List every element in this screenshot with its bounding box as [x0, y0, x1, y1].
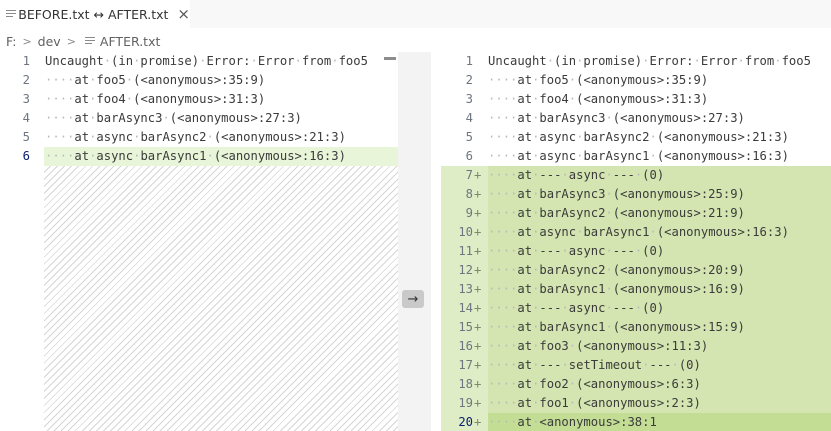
close-icon[interactable]: × [177, 6, 190, 22]
breadcrumb-file[interactable]: AFTER.txt [100, 34, 160, 49]
empty-region-hatch [44, 166, 398, 431]
modified-editor[interactable]: 1 Uncaught·(in·promise)·Error:·Error·from… [441, 52, 831, 431]
code-line[interactable]: Uncaught·(in·promise)·Error:·Error·from·… [45, 52, 368, 71]
code-line[interactable]: ····at·foo5·(<anonymous>:35:9) [45, 71, 265, 90]
code-line[interactable]: ····at·foo4·(<anonymous>:31:3) [488, 90, 708, 109]
original-editor[interactable]: 1 Uncaught·(in·promise)·Error:·Error·from… [0, 52, 398, 431]
line-number: 4 [465, 111, 473, 125]
code-line[interactable]: ····at·<anonymous>:38:1 [488, 413, 657, 431]
line-number: 7 [465, 168, 473, 182]
scrollbar-thumb[interactable] [384, 57, 396, 60]
revert-arrow-button[interactable]: → [402, 290, 424, 308]
code-line[interactable]: ····at·---·async·---·(0) [488, 299, 664, 318]
plus-icon: + [474, 415, 482, 429]
plus-icon: + [474, 263, 482, 277]
line-number: 6 [465, 149, 473, 163]
line-number: 6 [22, 149, 30, 163]
code-line[interactable]: ····at·barAsync3·(<anonymous>:25:9) [488, 185, 745, 204]
line-number: 15 [458, 320, 473, 334]
code-line[interactable]: Uncaught·(in·promise)·Error:·Error·from·… [488, 52, 811, 71]
tab-title: BEFORE.txt ↔ AFTER.txt [18, 6, 169, 22]
line-number: 5 [22, 130, 30, 144]
plus-icon: + [474, 301, 482, 315]
line-number: 20 [458, 415, 473, 429]
code-line[interactable]: ····at·async·barAsync1·(<anonymous>:16:3… [488, 223, 789, 242]
code-line[interactable]: ····at·foo1·(<anonymous>:2:3) [488, 394, 701, 413]
breadcrumb-folder[interactable]: dev [38, 34, 61, 49]
plus-icon: + [474, 168, 482, 182]
line-number: 14 [458, 301, 473, 315]
line-number: 10 [458, 225, 473, 239]
line-number: 5 [465, 130, 473, 144]
breadcrumb-drive[interactable]: F: [6, 34, 16, 49]
text-file-icon [6, 9, 16, 19]
chevron-right-icon: > [66, 34, 76, 48]
plus-icon: + [474, 244, 482, 258]
plus-icon: + [474, 377, 482, 391]
tab-bar: BEFORE.txt ↔ AFTER.txt × [0, 0, 831, 28]
code-line[interactable]: ····at·async·barAsync1·(<anonymous>:16:3… [488, 147, 789, 166]
line-number: 17 [458, 358, 473, 372]
line-number: 16 [458, 339, 473, 353]
text-file-icon [84, 36, 95, 46]
line-number: 9 [465, 206, 473, 220]
line-number: 12 [458, 263, 473, 277]
code-line[interactable]: ····at·async·barAsync1·(<anonymous>:16:3… [45, 147, 346, 166]
line-number: 3 [22, 92, 30, 106]
code-line[interactable]: ····at·async·barAsync2·(<anonymous>:21:3… [45, 128, 346, 147]
code-line[interactable]: ····at·foo2·(<anonymous>:6:3) [488, 375, 701, 394]
line-number: 18 [458, 377, 473, 391]
line-number: 11 [458, 244, 473, 258]
chevron-right-icon: > [22, 34, 32, 48]
breadcrumb: F: > dev > AFTER.txt [0, 30, 831, 52]
code-line[interactable]: ····at·barAsync1·(<anonymous>:15:9) [488, 318, 745, 337]
code-line[interactable]: ····at·---·async·---·(0) [488, 166, 664, 185]
code-line[interactable]: ····at·async·barAsync2·(<anonymous>:21:3… [488, 128, 789, 147]
plus-icon: + [474, 320, 482, 334]
code-line[interactable]: ····at·foo4·(<anonymous>:31:3) [45, 90, 265, 109]
code-line[interactable]: ····at·---·async·---·(0) [488, 242, 664, 261]
code-line[interactable]: ····at·barAsync3·(<anonymous>:27:3) [45, 109, 302, 128]
line-number: 8 [465, 187, 473, 201]
plus-icon: + [474, 206, 482, 220]
line-number: 3 [465, 92, 473, 106]
plus-icon: + [474, 358, 482, 372]
code-line[interactable]: ····at·barAsync1·(<anonymous>:16:9) [488, 280, 745, 299]
code-line[interactable]: ····at·---·setTimeout·---·(0) [488, 356, 701, 375]
line-number: 4 [22, 111, 30, 125]
line-number: 1 [22, 54, 30, 68]
line-number: 19 [458, 396, 473, 410]
code-line[interactable]: ····at·foo3·(<anonymous>:11:3) [488, 337, 708, 356]
code-line[interactable]: ····at·barAsync2·(<anonymous>:21:9) [488, 204, 745, 223]
line-number: 13 [458, 282, 473, 296]
line-number: 2 [22, 73, 30, 87]
plus-icon: + [474, 396, 482, 410]
plus-icon: + [474, 225, 482, 239]
plus-icon: + [474, 187, 482, 201]
plus-icon: + [474, 339, 482, 353]
line-number: 2 [465, 73, 473, 87]
line-number: 1 [465, 54, 473, 68]
code-line[interactable]: ····at·barAsync3·(<anonymous>:27:3) [488, 109, 745, 128]
code-line[interactable]: ····at·barAsync2·(<anonymous>:20:9) [488, 261, 745, 280]
tab-diff[interactable]: BEFORE.txt ↔ AFTER.txt × [0, 0, 190, 28]
plus-icon: + [474, 282, 482, 296]
code-line[interactable]: ····at·foo5·(<anonymous>:35:9) [488, 71, 708, 90]
diff-center-gutter: → [398, 52, 431, 431]
